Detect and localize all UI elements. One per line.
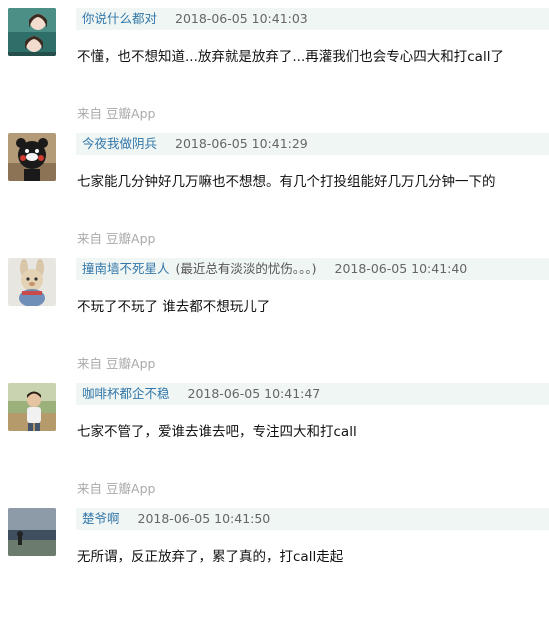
comment-text: 七家能几分钟好几万嘛也不想想。有几个打投组能好几万几分钟一下的 <box>77 174 496 190</box>
avatar[interactable] <box>8 383 56 431</box>
author-link[interactable]: 楚爷啊 <box>82 511 120 526</box>
avatar[interactable] <box>8 8 56 56</box>
source-app-link[interactable]: 豆瓣App <box>106 356 155 371</box>
avatar[interactable] <box>8 508 56 556</box>
comment-text: 不懂，也不想知道...放弃就是放弃了...再灌我们也会专心四大和打call了 <box>77 49 504 65</box>
comment-header: 今夜我做阴兵 2018-06-05 10:41:29 <box>76 133 549 155</box>
comment-item: 你说什么都对 2018-06-05 10:41:03 不懂，也不想知道...放弃… <box>0 8 549 133</box>
comment-source: 来自 豆瓣App <box>77 103 155 122</box>
comment-header: 撞南墙不死星人 (最近总有淡淡的忧伤。。。) 2018-06-05 10:41:… <box>76 258 549 280</box>
comment-item: 撞南墙不死星人 (最近总有淡淡的忧伤。。。) 2018-06-05 10:41:… <box>0 258 549 383</box>
comment-text: 不玩了不玩了 谁去都不想玩儿了 <box>77 299 271 315</box>
comment-time: 2018-06-05 10:41:29 <box>175 136 308 151</box>
comment-time: 2018-06-05 10:41:50 <box>137 511 271 526</box>
source-prefix: 来自 <box>77 106 103 121</box>
author-link[interactable]: 你说什么都对 <box>82 11 157 26</box>
comment-time: 2018-06-05 10:41:47 <box>187 386 321 401</box>
comment-text: 无所谓，反正放弃了，累了真的，打call走起 <box>77 549 344 565</box>
avatar-image <box>8 383 56 431</box>
comment-source: 来自 豆瓣App <box>77 478 155 497</box>
comment-header: 楚爷啊 2018-06-05 10:41:50 <box>76 508 549 530</box>
source-prefix: 来自 <box>77 231 103 246</box>
avatar[interactable] <box>8 133 56 181</box>
comment-item: 咖啡杯都企不稳 2018-06-05 10:41:47 七家不管了，爱谁去谁去吧… <box>0 383 549 508</box>
comment-source: 来自 豆瓣App <box>77 228 155 247</box>
comment-item: 今夜我做阴兵 2018-06-05 10:41:29 七家能几分钟好几万嘛也不想… <box>0 133 549 258</box>
comment-text: 七家不管了，爱谁去谁去吧，专注四大和打call <box>77 424 357 440</box>
comment-source: 来自 豆瓣App <box>77 353 155 372</box>
avatar-image <box>8 258 56 306</box>
source-prefix: 来自 <box>77 356 103 371</box>
source-app-link[interactable]: 豆瓣App <box>106 231 155 246</box>
avatar-image <box>8 8 56 56</box>
comment-time: 2018-06-05 10:41:03 <box>175 11 308 26</box>
comment-item: 楚爷啊 2018-06-05 10:41:50 无所谓，反正放弃了，累了真的，打… <box>0 508 549 633</box>
author-link[interactable]: 撞南墙不死星人 <box>82 261 170 276</box>
avatar-image <box>8 133 56 181</box>
source-app-link[interactable]: 豆瓣App <box>106 106 155 121</box>
comment-header: 你说什么都对 2018-06-05 10:41:03 <box>76 8 549 30</box>
comment-header: 咖啡杯都企不稳 2018-06-05 10:41:47 <box>76 383 549 405</box>
avatar-image <box>8 508 56 556</box>
author-link[interactable]: 今夜我做阴兵 <box>82 136 157 151</box>
source-prefix: 来自 <box>77 481 103 496</box>
source-app-link[interactable]: 豆瓣App <box>106 481 155 496</box>
author-signature: (最近总有淡淡的忧伤。。。) <box>175 261 317 276</box>
avatar[interactable] <box>8 258 56 306</box>
author-link[interactable]: 咖啡杯都企不稳 <box>82 386 170 401</box>
comment-time: 2018-06-05 10:41:40 <box>334 261 468 276</box>
